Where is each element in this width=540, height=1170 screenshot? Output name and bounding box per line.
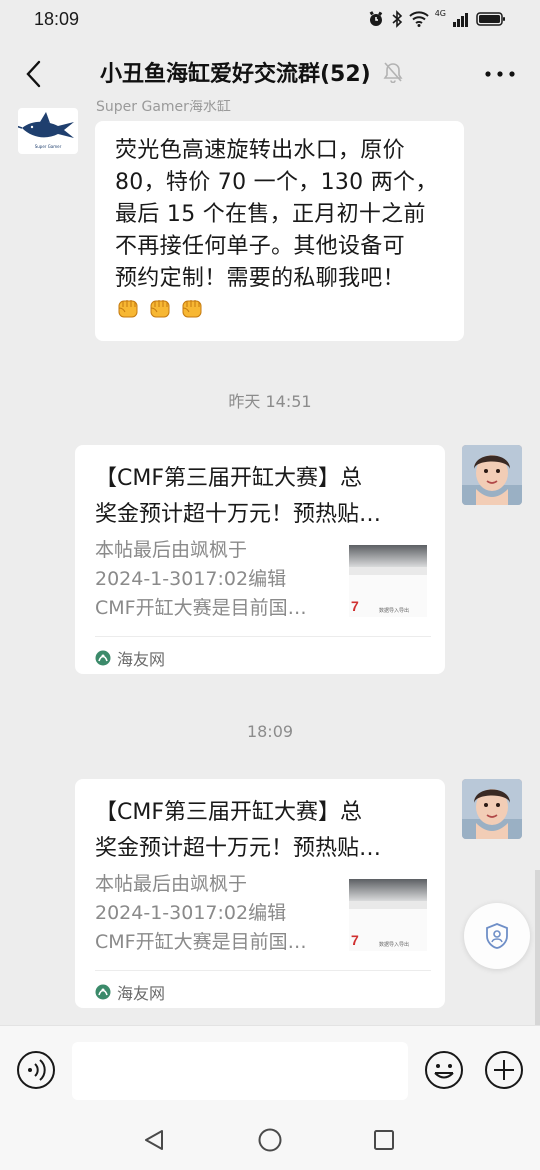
card-title-line: 奖金预计超十万元！预热贴… [95,836,382,861]
nav-home-button[interactable] [258,1128,282,1156]
sender-name: Super Gamer海水缸 [96,100,231,115]
more-icon [485,71,515,77]
message-list[interactable]: Super Gamer Super Gamer海水缸 荧光色高速旋转出水口，原价… [0,100,540,1025]
scrollbar[interactable] [535,870,540,1025]
bluetooth-icon [392,10,402,28]
card-desc-line: 本帖最后由飒枫于 [95,873,248,895]
timestamp: 昨天 14:51 [228,392,312,411]
marlin-logo-icon: Super Gamer [18,112,74,149]
thumbnail-number: 7 [351,932,359,948]
chat-title: 小丑鱼海缸爱好交流群(52) [100,62,371,87]
raised-fist-emoji-icon [118,300,138,318]
my-avatar[interactable] [462,779,522,839]
card-desc-line: 2024-1-3017:02编辑 [95,568,287,590]
card-source-name: 海友网 [117,984,166,1003]
alarm-icon [369,11,382,26]
status-icons: 4G [367,8,506,28]
card-thumbnail: 7 数据导入导出 [349,545,427,617]
smiley-icon [425,1051,463,1089]
message-line: 80，特价 70 一个，130 两个， [115,170,438,195]
card-description: 本帖最后由飒枫于 2024-1-3017:02编辑 CMF开缸大赛是目前国… [95,870,335,957]
input-bar [0,1025,540,1109]
more-functions-button[interactable] [484,1050,524,1090]
card-title-line: 奖金预计超十万元！预热贴… [95,502,382,527]
nav-back-button[interactable] [143,1128,165,1156]
message-line: 预约定制！需要的私聊我吧！ [115,266,405,291]
message-input[interactable] [72,1042,408,1100]
card-desc-line: CMF开缸大赛是目前国… [95,931,307,953]
message-line: 最后 15 个在售，正月初十之前 [115,202,426,227]
network-type: 4G [434,8,446,18]
thumbnail-caption: 数据导入导出 [379,941,409,948]
emoji-button[interactable] [424,1050,464,1090]
nav-recents-button[interactable] [373,1129,395,1155]
card-source-name: 海友网 [117,650,166,669]
avatar-photo [462,445,522,505]
message-line: 不再接任何单子。其他设备可 [115,234,405,259]
card-divider [95,970,431,971]
card-title-line: 【CMF第三届开缸大赛】总 [95,800,362,825]
card-title: 【CMF第三届开缸大赛】总 奖金预计超十万元！预热贴… [95,795,435,867]
card-desc-line: CMF开缸大赛是目前国… [95,597,307,619]
timestamp: 18:09 [246,722,294,741]
card-description: 本帖最后由飒枫于 2024-1-3017:02编辑 CMF开缸大赛是目前国… [95,536,335,623]
voice-icon [17,1051,55,1089]
emoji-row [115,295,446,321]
status-time: 18:09 [34,8,80,29]
card-desc-line: 本帖最后由飒枫于 [95,539,248,561]
back-button[interactable] [16,56,50,92]
message-bubble[interactable]: 荧光色高速旋转出水口，原价 80，特价 70 一个，130 两个， 最后 15 … [95,121,464,341]
source-logo-icon [95,984,111,1000]
card-source: 海友网 [95,980,165,1004]
shield-person-icon [486,923,508,949]
thumbnail-number: 7 [351,598,359,614]
thumbnail-caption: 数据导入导出 [379,607,409,614]
avatar-brand-text: Super Gamer [35,144,62,149]
card-divider [95,636,431,637]
link-card[interactable]: 【CMF第三届开缸大赛】总 奖金预计超十万元！预热贴… 本帖最后由飒枫于 202… [75,445,445,674]
more-options-button[interactable] [482,62,518,86]
card-source: 海友网 [95,646,165,670]
signal-icon [453,13,468,27]
card-thumbnail: 7 数据导入导出 [349,879,427,951]
thumbnail-image: 7 数据导入导出 [349,879,427,951]
square-recents-icon [374,1130,394,1150]
triangle-back-icon [145,1130,163,1150]
chevron-left-icon [26,60,41,88]
plus-circle-icon [485,1051,523,1089]
raised-fist-emoji-icon [182,300,202,318]
wifi-icon [409,11,429,27]
circle-home-icon [258,1128,282,1152]
my-avatar[interactable] [462,445,522,505]
source-logo-icon [95,650,111,666]
voice-button[interactable] [16,1050,56,1090]
status-bar: 18:09 4G [0,0,540,38]
card-title-line: 【CMF第三届开缸大赛】总 [95,466,362,491]
link-card[interactable]: 【CMF第三届开缸大赛】总 奖金预计超十万元！预热贴… 本帖最后由飒枫于 202… [75,779,445,1008]
mute-bell-icon [383,62,403,83]
raised-fist-emoji-icon [150,300,170,318]
avatar-photo [462,779,522,839]
battery-icon [476,12,505,26]
sender-avatar[interactable]: Super Gamer [18,108,78,154]
system-nav-bar [0,1109,540,1170]
card-title: 【CMF第三届开缸大赛】总 奖金预计超十万元！预热贴… [95,461,435,533]
floating-shield-button[interactable] [464,903,530,969]
title-wrap: 小丑鱼海缸爱好交流群(52) [100,56,403,88]
thumbnail-image: 7 数据导入导出 [349,545,427,617]
card-desc-line: 2024-1-3017:02编辑 [95,902,287,924]
message-line: 荧光色高速旋转出水口，原价 [115,138,405,163]
